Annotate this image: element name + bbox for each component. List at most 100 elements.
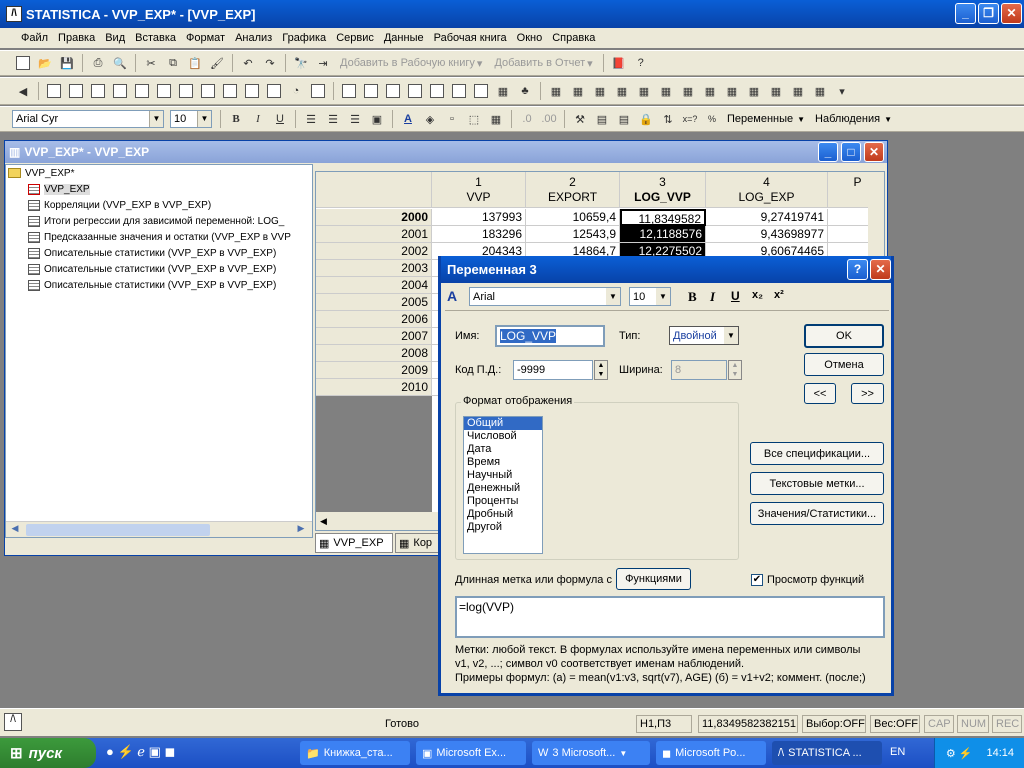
scroll-right-icon[interactable]: ▶	[294, 523, 308, 537]
pie-chart-icon[interactable]: ◔	[287, 82, 305, 100]
menu-format[interactable]: Формат	[181, 32, 230, 44]
row-header[interactable]: 2005	[316, 294, 432, 311]
wb-maximize-button[interactable]: □	[841, 142, 861, 162]
language-indicator[interactable]: EN	[890, 746, 905, 758]
cat-range-icon[interactable]: ▦	[657, 82, 675, 100]
categorized-icon[interactable]	[384, 82, 402, 100]
font-select[interactable]: Arial Cyr ▼	[12, 110, 164, 128]
type-select[interactable]: Двойной ▼	[669, 326, 739, 345]
format-option[interactable]: Другой	[464, 521, 542, 534]
menu-window[interactable]: Окно	[512, 32, 548, 44]
row-header[interactable]: 2010	[316, 379, 432, 396]
tray-icons[interactable]: ⚙ ⚡	[946, 747, 973, 760]
boxplot-icon[interactable]	[111, 82, 129, 100]
goto-icon[interactable]: ⇥	[314, 54, 332, 72]
menu-graphics[interactable]: Графика	[277, 32, 331, 44]
tree-item[interactable]: Описательные статистики (VVP_EXP в VVP_E…	[6, 245, 312, 261]
align-left-icon[interactable]: ☰	[302, 110, 320, 128]
contour-icon[interactable]	[428, 82, 446, 100]
values-stats-button[interactable]: Значения/Статистики...	[750, 502, 884, 525]
task-kniga[interactable]: 📁 Книжка_ста...	[300, 741, 410, 765]
cat-prob-icon[interactable]: ▦	[679, 82, 697, 100]
dialog-size-select[interactable]: 10 ▼	[629, 287, 671, 306]
preview-functions-checkbox[interactable]: ✔	[751, 574, 763, 586]
cases-menu[interactable]: Наблюдения	[815, 113, 880, 125]
minimize-button[interactable]: _	[955, 3, 976, 24]
cat-area-icon[interactable]: ▦	[767, 82, 785, 100]
brush-icon[interactable]: ♣	[516, 82, 534, 100]
format-option[interactable]: Дробный	[464, 508, 542, 521]
row-header[interactable]: 2008	[316, 345, 432, 362]
tree-scrollbar[interactable]: ◀ ▶	[6, 521, 312, 537]
dialog-help-button[interactable]: ?	[847, 259, 868, 280]
table-cell[interactable]: 11,8349582	[620, 209, 706, 226]
print-icon[interactable]: ⎙	[89, 54, 107, 72]
italic-icon[interactable]: I	[249, 110, 267, 128]
range-plot-icon[interactable]	[155, 82, 173, 100]
grid-plot-icon[interactable]: ▦	[494, 82, 512, 100]
recode-icon[interactable]: %	[703, 110, 721, 128]
text-labels-button[interactable]: Текстовые метки...	[750, 472, 884, 495]
redo-icon[interactable]: ↷	[261, 54, 279, 72]
row-header[interactable]: 2003	[316, 260, 432, 277]
add-to-workbook-button[interactable]: Добавить в Рабочую книгу	[340, 57, 475, 69]
subscript-icon[interactable]: x₂	[752, 289, 763, 301]
open-icon[interactable]: 📂	[36, 54, 54, 72]
arrow-left-icon[interactable]: ◀	[14, 82, 32, 100]
md-spinner[interactable]: ▲ ▼	[594, 360, 608, 380]
format-option[interactable]: Числовой	[464, 430, 542, 443]
new-icon[interactable]	[14, 54, 32, 72]
bold-icon[interactable]: B	[227, 110, 245, 128]
tree-item[interactable]: Описательные статистики (VVP_EXP в VVP_E…	[6, 277, 312, 293]
cut-icon[interactable]: ✂	[142, 54, 160, 72]
format-option[interactable]: Проценты	[464, 495, 542, 508]
wb-minimize-button[interactable]: _	[818, 142, 838, 162]
statistica-status-icon[interactable]: /\	[4, 713, 22, 731]
lock-icon[interactable]: 🔒	[637, 110, 655, 128]
task-excel[interactable]: ▣ Microsoft Ex...	[416, 741, 526, 765]
row-header[interactable]: 2000	[316, 209, 432, 226]
user-defined-icon[interactable]	[406, 82, 424, 100]
formula-icon[interactable]: x=?	[681, 110, 699, 128]
row-header[interactable]: 2001	[316, 226, 432, 243]
close-button[interactable]: ✕	[1001, 3, 1022, 24]
prev-variable-button[interactable]: <<	[804, 383, 836, 404]
functions-button[interactable]: Функциями	[616, 568, 691, 590]
task-powerpoint[interactable]: ◼ Microsoft Po...	[656, 741, 766, 765]
cat-pie-icon[interactable]: ▦	[789, 82, 807, 100]
fill-color-icon[interactable]: ◈	[421, 110, 439, 128]
borders-icon[interactable]: ▫	[443, 110, 461, 128]
name-input[interactable]: LOG_VVP	[495, 325, 605, 347]
task-statistica[interactable]: /\ STATISTICA ...	[772, 741, 882, 765]
menu-insert[interactable]: Вставка	[130, 32, 181, 44]
menu-view[interactable]: Вид	[100, 32, 130, 44]
format-option[interactable]: Дата	[464, 443, 542, 456]
save-icon[interactable]: 💾	[58, 54, 76, 72]
cancel-button[interactable]: Отмена	[804, 353, 884, 376]
tree-item[interactable]: Предсказанные значения и остатки (VVP_EX…	[6, 229, 312, 245]
row-header[interactable]: 2004	[316, 277, 432, 294]
format-option[interactable]: Денежный	[464, 482, 542, 495]
format-option[interactable]: Общий	[464, 417, 542, 430]
quicklaunch-icons[interactable]: ● ⚡ ℯ ▣ ◼	[106, 744, 175, 760]
cat-3d-icon[interactable]: ▦	[811, 82, 829, 100]
align-right-icon[interactable]: ☰	[346, 110, 364, 128]
formula-input[interactable]: =log(VVP)	[455, 596, 885, 638]
column-header[interactable]: 3 LOG_VVP	[620, 172, 706, 208]
table-cell[interactable]: 9,27419741	[706, 209, 828, 226]
paste-icon[interactable]: 📋	[186, 54, 204, 72]
all-specs-button[interactable]: Все спецификации...	[750, 442, 884, 465]
tools-icon[interactable]: ⚒	[571, 110, 589, 128]
scroll-thumb[interactable]	[26, 524, 210, 536]
cat-means-icon[interactable]: ▦	[591, 82, 609, 100]
undo-icon[interactable]: ↶	[239, 54, 257, 72]
ternary-icon[interactable]	[472, 82, 490, 100]
select-icon[interactable]: ⬚	[465, 110, 483, 128]
help-icon[interactable]: ?	[632, 54, 650, 72]
underline-icon[interactable]: U	[271, 110, 289, 128]
dialog-font-select[interactable]: Arial ▼	[469, 287, 621, 306]
menu-data[interactable]: Данные	[379, 32, 429, 44]
row-header[interactable]: 2006	[316, 311, 432, 328]
width-input[interactable]: 8	[671, 360, 727, 380]
table-cell[interactable]: 137993	[432, 209, 526, 226]
